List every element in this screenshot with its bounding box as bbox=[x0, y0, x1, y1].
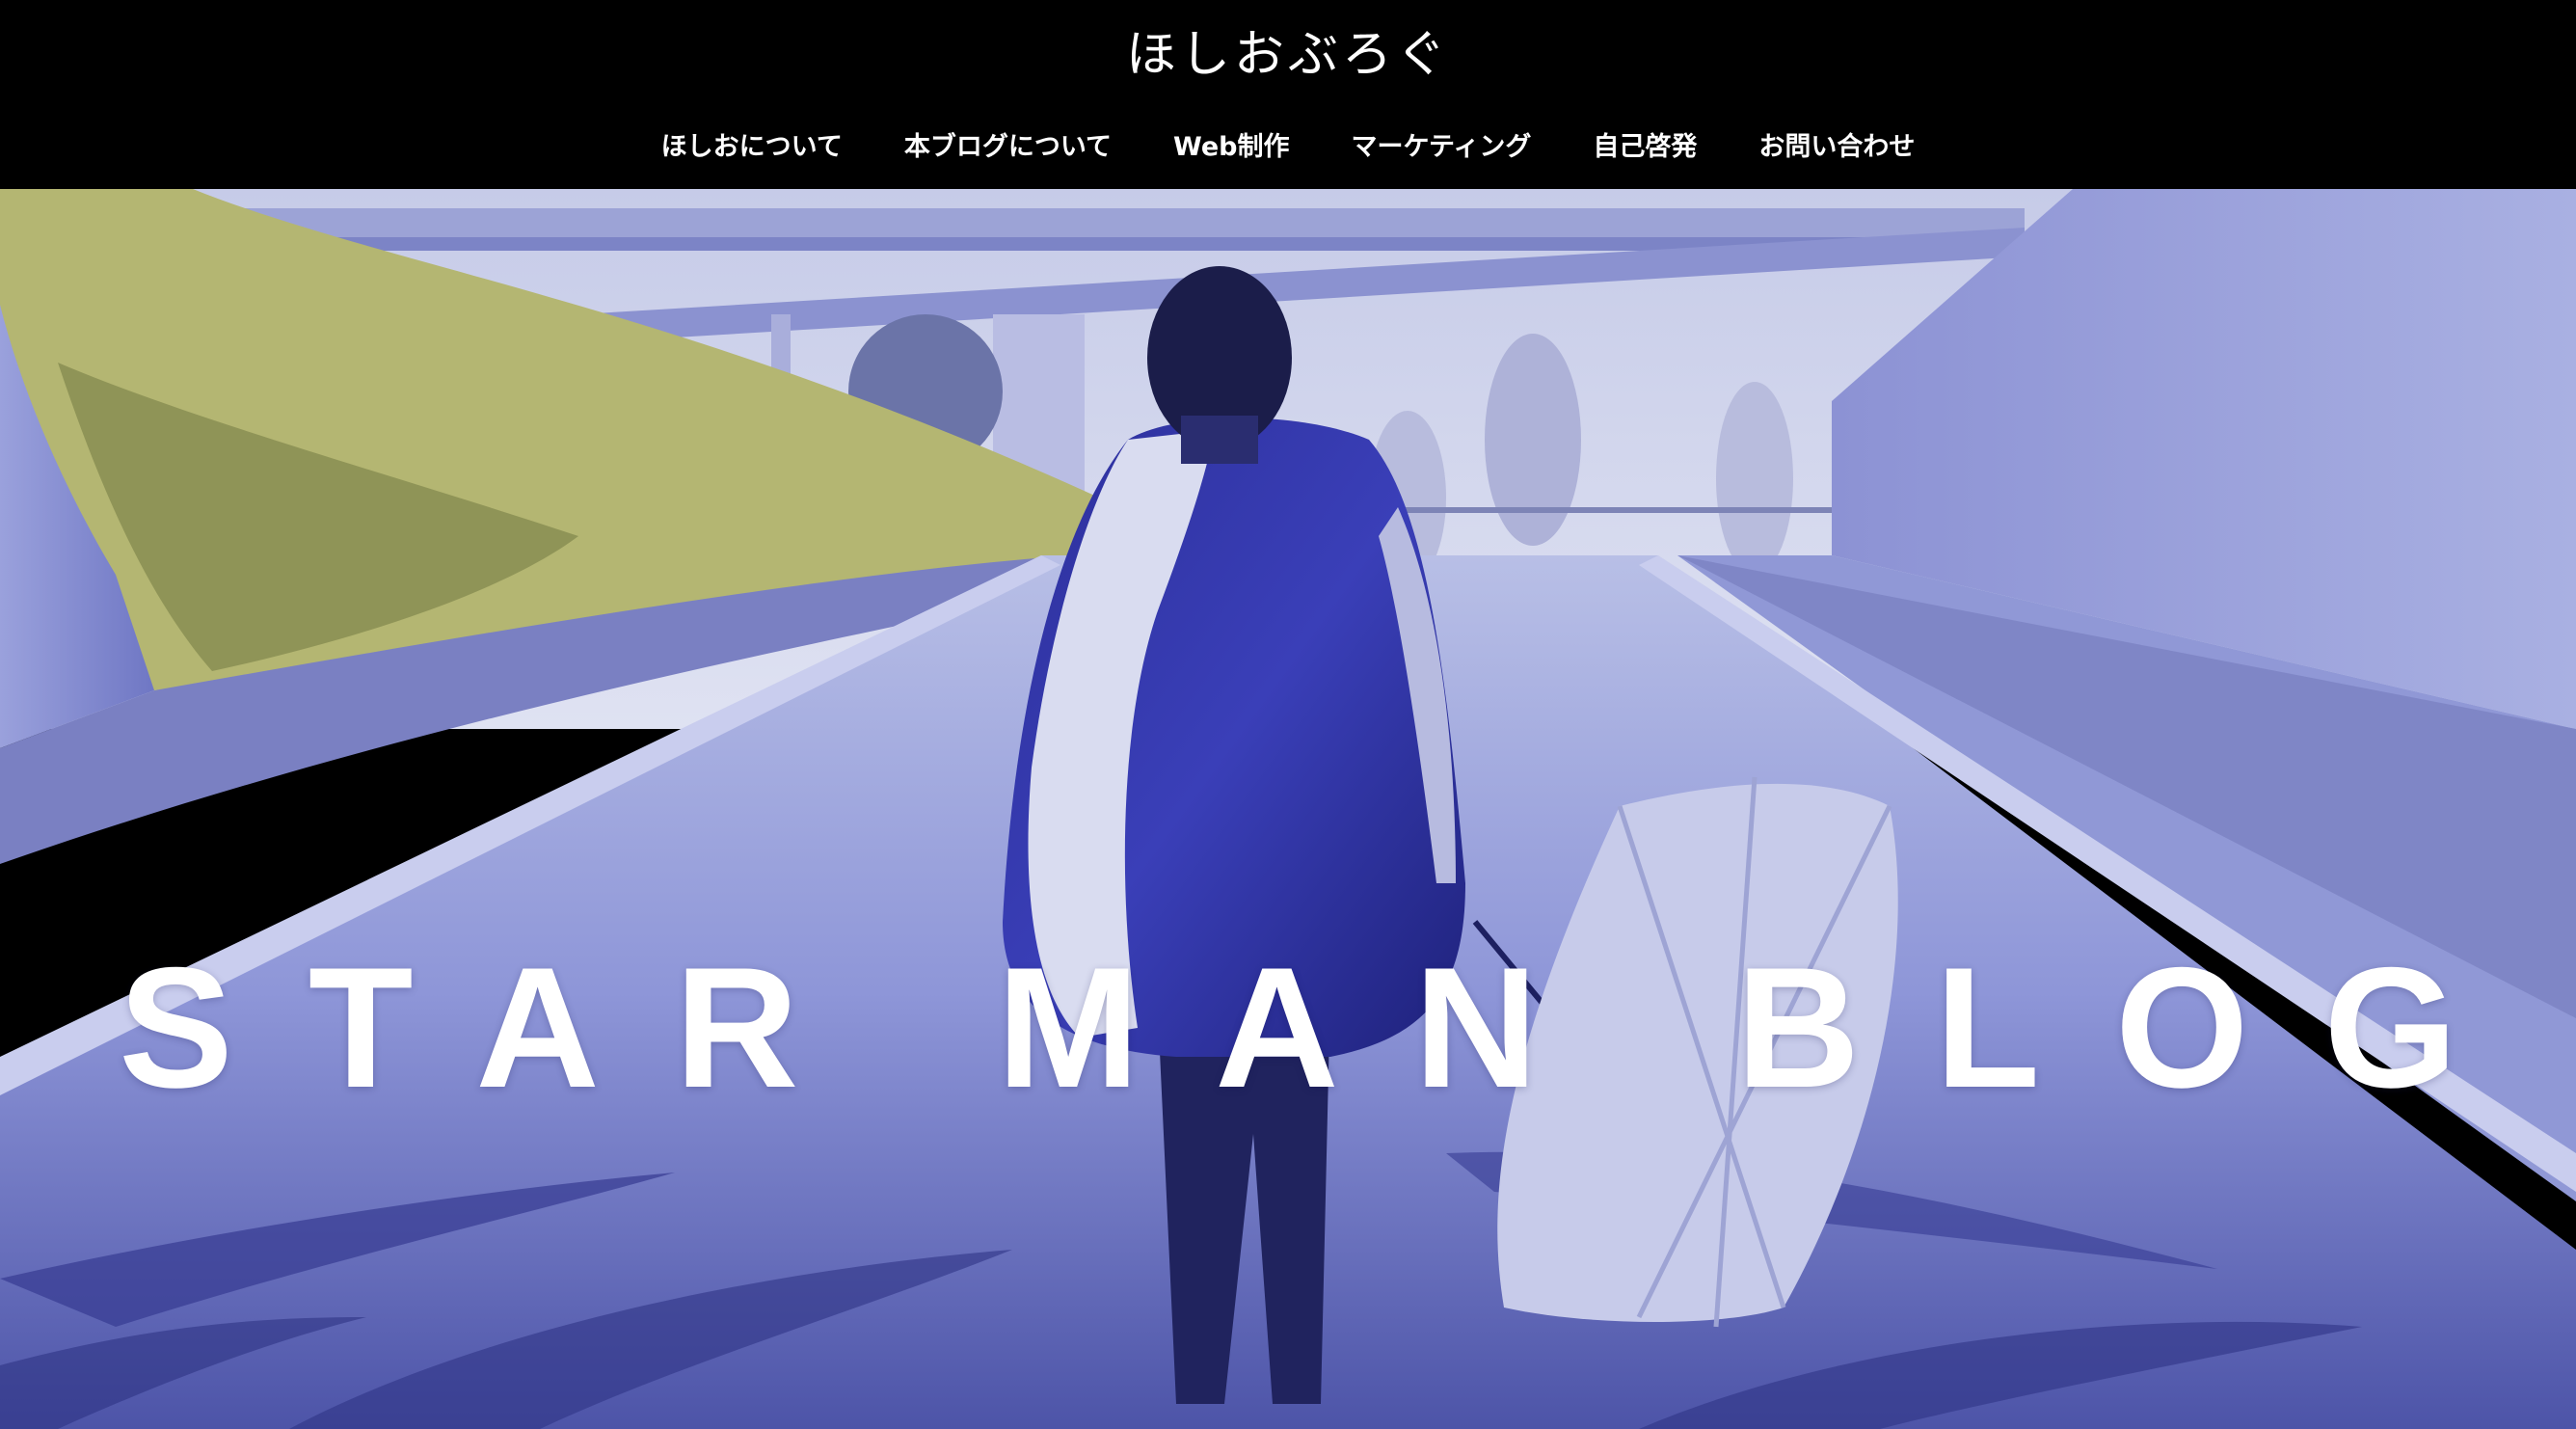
nav-item-about-blog[interactable]: 本ブログについて bbox=[904, 123, 1112, 172]
nav-item-self-development[interactable]: 自己啓発 bbox=[1593, 123, 1697, 172]
nav-item-web-production[interactable]: Web制作 bbox=[1173, 123, 1289, 172]
hero-photo bbox=[0, 189, 2576, 1429]
page: ほしおぶろぐ ほしおについて 本ブログについて Web制作 マーケティング 自己… bbox=[0, 0, 2576, 1429]
site-title-link[interactable]: ほしおぶろぐ bbox=[0, 21, 2576, 89]
nav-item-about-hoshio[interactable]: ほしおについて bbox=[661, 123, 843, 172]
nav-item-contact[interactable]: お問い合わせ bbox=[1758, 123, 1915, 172]
site-header: ほしおぶろぐ ほしおについて 本ブログについて Web制作 マーケティング 自己… bbox=[0, 0, 2576, 189]
nav-item-marketing[interactable]: マーケティング bbox=[1352, 123, 1532, 172]
global-nav: ほしおについて 本ブログについて Web制作 マーケティング 自己啓発 お問い合… bbox=[0, 123, 2576, 172]
hero-section: STAR MAN BLOG bbox=[0, 189, 2576, 1429]
hero-title: STAR MAN BLOG bbox=[119, 931, 2533, 1123]
